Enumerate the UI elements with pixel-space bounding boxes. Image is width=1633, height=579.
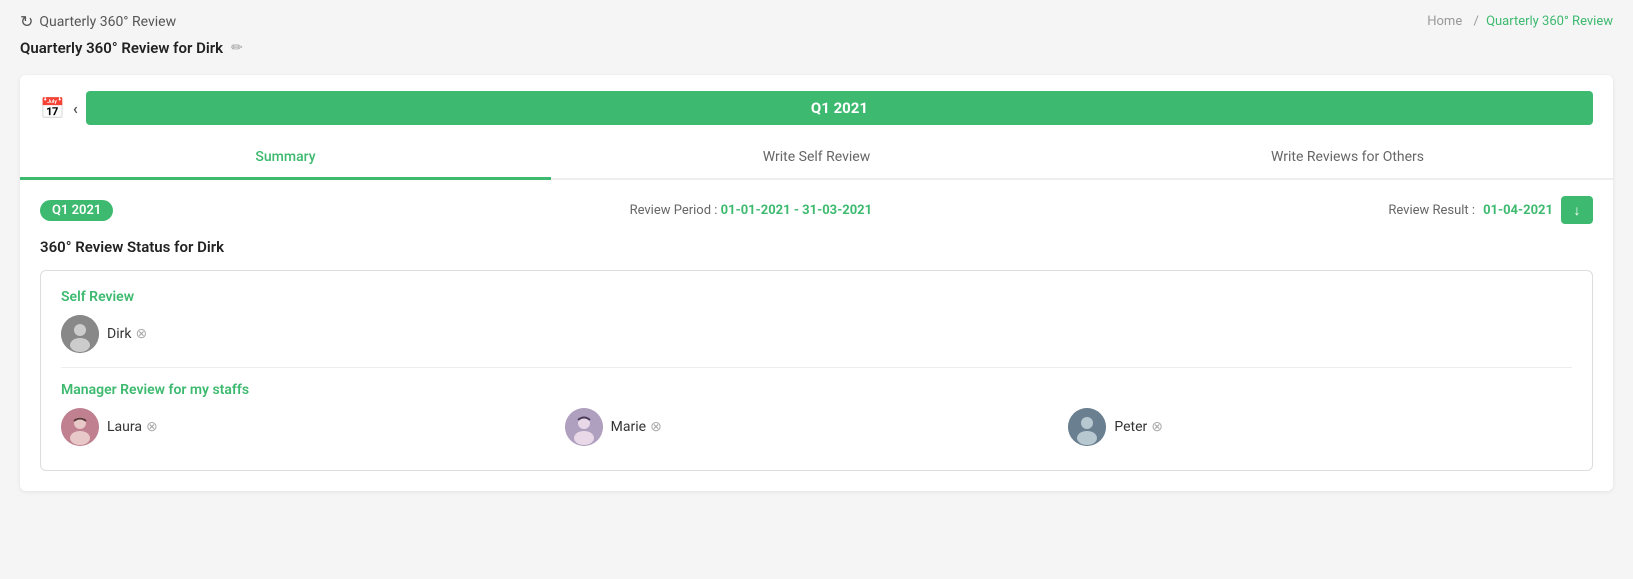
remove-dirk-icon[interactable]: ⊗ bbox=[135, 327, 147, 341]
quarter-badge: Q1 2021 bbox=[40, 200, 113, 221]
chevron-left-button[interactable]: ‹ bbox=[73, 99, 78, 118]
review-result-value: 01-04-2021 bbox=[1483, 203, 1553, 218]
quarter-nav: 📅 ‹ Q1 2021 bbox=[20, 75, 1613, 125]
tab-summary[interactable]: Summary bbox=[20, 137, 551, 180]
download-button[interactable]: ↓ bbox=[1561, 196, 1593, 224]
avatar-laura bbox=[61, 408, 99, 446]
page-title-row: Quarterly 360° Review for Dirk ✏ bbox=[20, 39, 1613, 57]
self-review-person-row: Dirk ⊗ bbox=[61, 315, 1572, 353]
avatar-peter bbox=[1068, 408, 1106, 446]
page-title: Quarterly 360° Review for Dirk bbox=[20, 39, 223, 57]
person-name-peter: Peter ⊗ bbox=[1114, 419, 1163, 435]
review-box: Self Review Dirk ⊗ bbox=[40, 270, 1593, 471]
review-period-label: Review Period : bbox=[630, 203, 718, 218]
remove-peter-icon[interactable]: ⊗ bbox=[1151, 420, 1163, 434]
main-card: 📅 ‹ Q1 2021 Summary Write Self Review Wr… bbox=[20, 75, 1613, 491]
tab-self-review[interactable]: Write Self Review bbox=[551, 137, 1082, 180]
breadcrumb-separator: / bbox=[1473, 14, 1478, 29]
breadcrumb-home[interactable]: Home bbox=[1427, 14, 1462, 29]
self-review-label: Self Review bbox=[61, 289, 1572, 305]
section-title: 360° Review Status for Dirk bbox=[40, 238, 1593, 256]
app-title: Quarterly 360° Review bbox=[39, 14, 176, 30]
review-period: Review Period : 01-01-2021 - 31-03-2021 bbox=[630, 203, 873, 218]
staff-item-peter: Peter ⊗ bbox=[1068, 408, 1572, 446]
avatar-dirk bbox=[61, 315, 99, 353]
edit-icon[interactable]: ✏ bbox=[231, 40, 243, 56]
review-result: Review Result : 01-04-2021 ↓ bbox=[1388, 196, 1593, 224]
review-period-value: 01-01-2021 - 31-03-2021 bbox=[721, 203, 872, 218]
tabs: Summary Write Self Review Write Reviews … bbox=[20, 137, 1613, 180]
avatar-marie bbox=[565, 408, 603, 446]
remove-marie-icon[interactable]: ⊗ bbox=[650, 420, 662, 434]
person-name-laura: Laura ⊗ bbox=[107, 419, 158, 435]
app-title-area: ↻ Quarterly 360° Review bbox=[20, 12, 176, 31]
review-result-label: Review Result : bbox=[1388, 203, 1475, 218]
breadcrumb-current[interactable]: Quarterly 360° Review bbox=[1486, 14, 1613, 29]
divider bbox=[61, 367, 1572, 368]
manager-review-label: Manager Review for my staffs bbox=[61, 382, 1572, 398]
breadcrumb: Home / Quarterly 360° Review bbox=[1423, 14, 1613, 29]
person-name-marie: Marie ⊗ bbox=[611, 419, 662, 435]
remove-laura-icon[interactable]: ⊗ bbox=[146, 420, 158, 434]
quarter-bar: Q1 2021 bbox=[86, 91, 1593, 125]
status-row: Q1 2021 Review Period : 01-01-2021 - 31-… bbox=[40, 196, 1593, 224]
content-area: Q1 2021 Review Period : 01-01-2021 - 31-… bbox=[20, 180, 1613, 491]
page-wrapper: ↻ Quarterly 360° Review Home / Quarterly… bbox=[0, 0, 1633, 579]
calendar-icon: 📅 bbox=[40, 96, 65, 120]
person-name-dirk: Dirk ⊗ bbox=[107, 326, 147, 342]
staff-item-marie: Marie ⊗ bbox=[565, 408, 1069, 446]
refresh-icon: ↻ bbox=[20, 12, 33, 31]
tab-reviews-for-others[interactable]: Write Reviews for Others bbox=[1082, 137, 1613, 180]
top-bar: ↻ Quarterly 360° Review Home / Quarterly… bbox=[20, 12, 1613, 31]
staff-item-laura: Laura ⊗ bbox=[61, 408, 565, 446]
staff-row: Laura ⊗ bbox=[61, 408, 1572, 446]
